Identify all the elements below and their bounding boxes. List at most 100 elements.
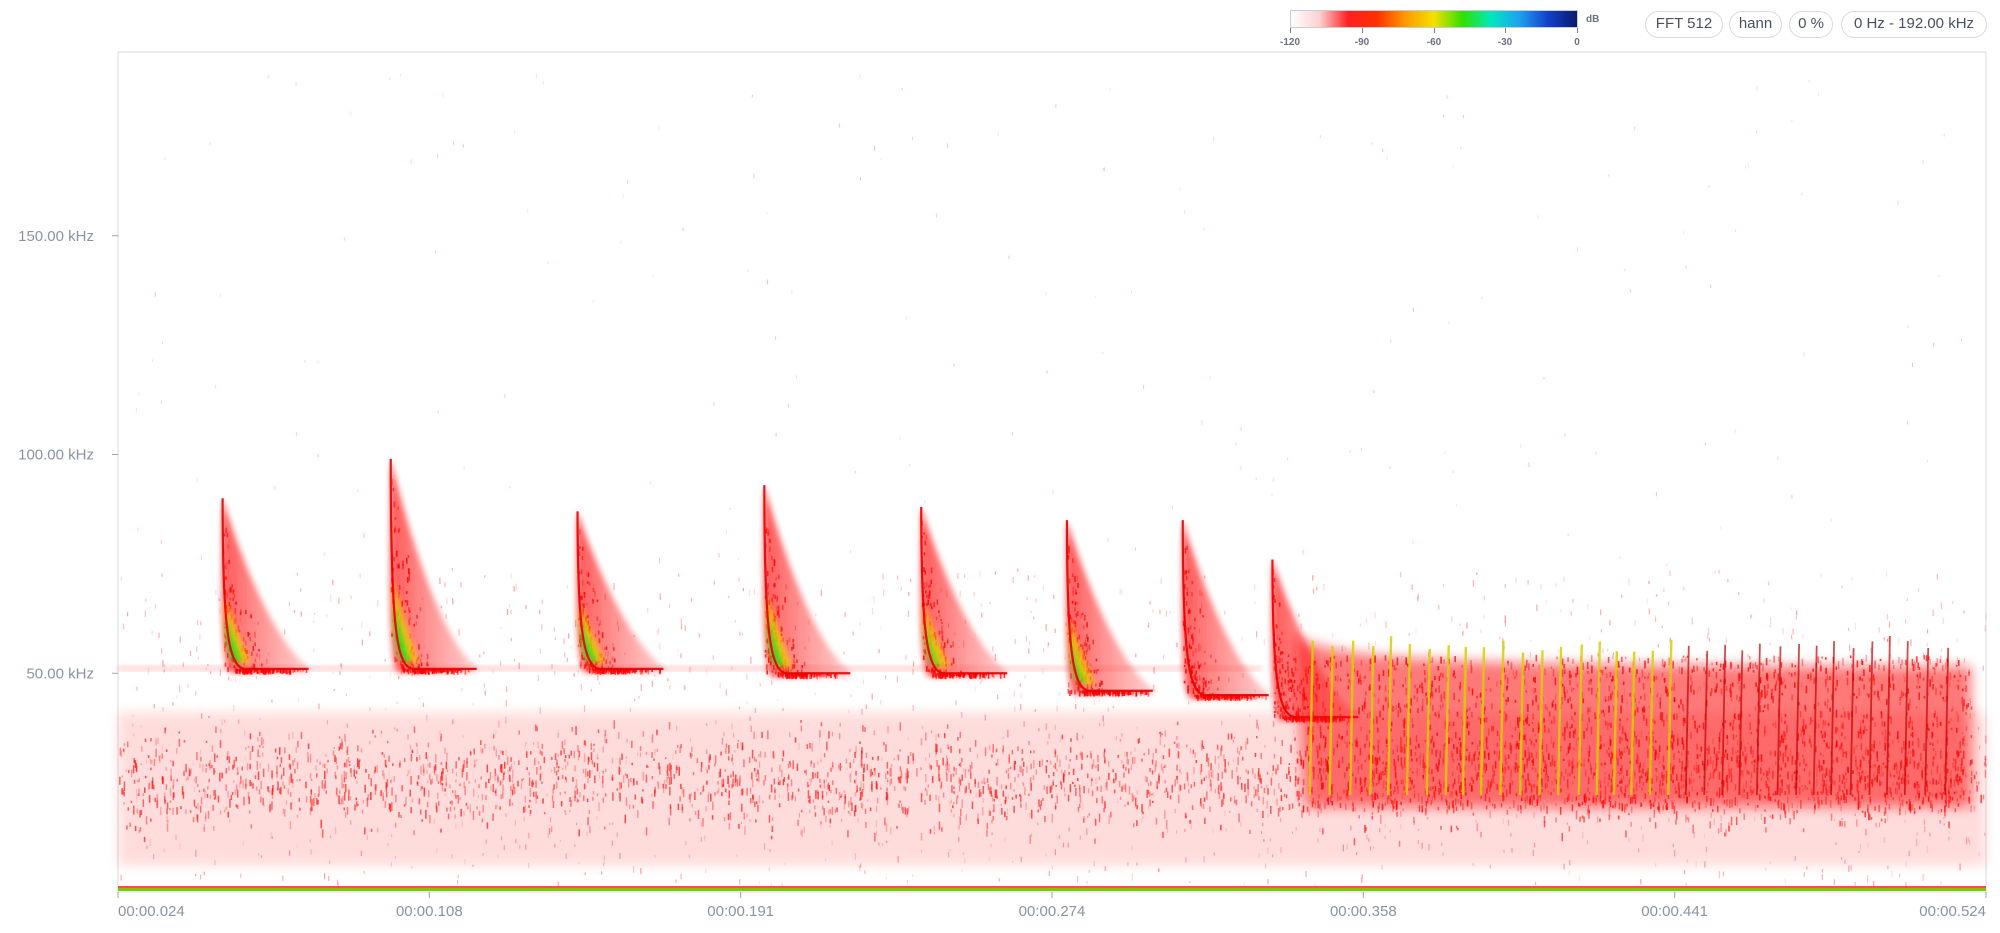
- noise-speck: [585, 785, 587, 789]
- call-speck: [601, 662, 603, 669]
- noise-speck: [292, 732, 294, 739]
- noise-streak: [596, 757, 599, 760]
- noise-speck: [1361, 447, 1362, 451]
- call-speck: [586, 581, 589, 585]
- noise-streak: [1035, 769, 1037, 775]
- noise-speck: [601, 871, 603, 875]
- noise-streak: [219, 810, 222, 815]
- noise-speck: [1849, 644, 1851, 651]
- noise-streak: [651, 734, 654, 743]
- noise-streak: [342, 795, 344, 805]
- noise-speck: [656, 630, 658, 636]
- noise-speck: [453, 141, 454, 145]
- noise-speck: [1203, 856, 1205, 863]
- noise-speck: [505, 716, 507, 724]
- noise-streak: [633, 778, 635, 786]
- noise-streak: [1884, 818, 1886, 824]
- noise-streak: [324, 780, 326, 789]
- noise-streak: [1306, 806, 1309, 813]
- noise-speck: [574, 844, 576, 847]
- noise-speck: [200, 749, 202, 755]
- noise-streak: [1235, 799, 1238, 806]
- noise-speck: [219, 598, 221, 601]
- noise-streak: [957, 737, 959, 741]
- noise-speck: [513, 659, 516, 662]
- noise-speck: [976, 753, 978, 759]
- noise-streak: [1455, 825, 1458, 829]
- noise-streak: [1022, 782, 1024, 787]
- noise-streak: [335, 775, 337, 780]
- noise-streak: [305, 781, 307, 789]
- noise-speck: [1317, 838, 1319, 843]
- noise-speck: [829, 825, 831, 828]
- noise-streak: [224, 809, 226, 813]
- noise-streak: [1185, 815, 1187, 818]
- noise-streak: [510, 757, 512, 762]
- noise-streak: [691, 746, 693, 752]
- noise-streak: [1223, 754, 1225, 762]
- noise-streak: [1070, 738, 1072, 742]
- noise-speck: [377, 599, 379, 607]
- noise-streak: [588, 810, 590, 815]
- noise-streak: [953, 802, 955, 805]
- noise-speck: [734, 749, 736, 753]
- noise-streak: [446, 769, 449, 773]
- noise-speck: [791, 290, 793, 294]
- noise-streak: [561, 741, 564, 749]
- noise-speck: [1350, 825, 1352, 831]
- noise-streak: [166, 802, 169, 809]
- noise-streak: [1723, 809, 1726, 815]
- noise-streak: [755, 772, 757, 777]
- noise-speck: [284, 629, 286, 635]
- noise-streak: [1266, 771, 1269, 775]
- noise-speck: [1672, 843, 1674, 847]
- noise-speck: [1685, 883, 1687, 886]
- noise-streak: [413, 726, 416, 733]
- noise-speck: [705, 767, 707, 771]
- noise-speck: [262, 739, 265, 744]
- noise-streak: [420, 765, 422, 775]
- noise-speck: [1225, 828, 1227, 832]
- noise-speck: [197, 620, 199, 626]
- noise-speck: [1888, 621, 1891, 628]
- noise-streak: [219, 740, 222, 748]
- noise-speck: [224, 719, 226, 723]
- noise-speck: [994, 654, 996, 661]
- noise-speck: [229, 818, 231, 824]
- noise-streak: [575, 726, 577, 735]
- noise-streak: [1302, 787, 1304, 795]
- noise-speck: [738, 557, 740, 561]
- noise-speck: [484, 690, 486, 696]
- call-speck: [581, 603, 584, 607]
- noise-speck: [992, 646, 994, 652]
- noise-streak: [527, 832, 530, 839]
- noise-speck: [875, 820, 877, 828]
- noise-speck: [949, 849, 951, 853]
- noise-streak: [1051, 794, 1053, 799]
- call-speck: [598, 638, 601, 644]
- noise-streak: [288, 733, 290, 741]
- noise-speck: [953, 363, 955, 367]
- noise-streak: [907, 755, 910, 764]
- noise-streak: [651, 752, 653, 758]
- noise-streak: [383, 773, 385, 780]
- noise-streak: [991, 819, 993, 824]
- noise-streak: [1259, 777, 1261, 783]
- call-speck: [420, 654, 423, 657]
- noise-streak: [529, 788, 532, 797]
- call-speck: [396, 550, 398, 557]
- noise-streak: [185, 809, 187, 815]
- noise-speck: [207, 663, 209, 667]
- noise-speck: [1169, 611, 1171, 614]
- noise-streak: [169, 800, 172, 803]
- noise-speck: [1642, 834, 1644, 842]
- noise-streak: [148, 794, 151, 803]
- noise-streak: [725, 788, 727, 793]
- noise-streak: [189, 810, 192, 813]
- noise-speck: [1031, 833, 1033, 837]
- noise-speck: [228, 676, 230, 681]
- noise-streak: [183, 772, 185, 775]
- noise-streak: [589, 770, 591, 779]
- noise-streak: [681, 787, 683, 794]
- noise-streak: [1869, 814, 1871, 821]
